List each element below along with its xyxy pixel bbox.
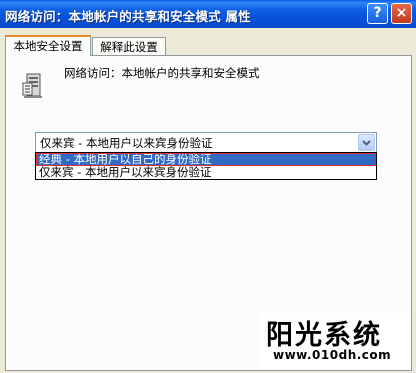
security-mode-select[interactable]: 仅来宾 - 本地用户以来宾身份验证 — [35, 132, 377, 153]
server-policy-icon — [22, 73, 42, 98]
window-title: 网络访问：本地帐户的共享和安全模式 属性 — [5, 9, 251, 24]
option-guest-only[interactable]: 仅来宾 - 本地用户以来宾身份验证 — [36, 166, 376, 179]
close-button[interactable]: × — [391, 3, 412, 24]
watermark: 阳光系统 www.010dh.com — [261, 313, 411, 369]
chevron-down-icon — [362, 140, 371, 146]
title-bar[interactable]: 网络访问：本地帐户的共享和安全模式 属性 ? × — [0, 0, 416, 28]
watermark-title: 阳光系统 — [266, 320, 382, 351]
policy-name: 网络访问：本地帐户的共享和安全模式 — [64, 66, 260, 80]
properties-dialog: 网络访问：本地帐户的共享和安全模式 属性 ? × 本地安全设置 解释此设置 网络… — [0, 0, 416, 373]
help-button[interactable]: ? — [367, 3, 388, 24]
dropdown-arrow-button[interactable] — [358, 134, 375, 151]
select-current-value: 仅来宾 - 本地用户以来宾身份验证 — [40, 136, 213, 150]
tab-local-security-setting[interactable]: 本地安全设置 — [5, 35, 91, 56]
watermark-url: www.010dh.com — [273, 348, 392, 362]
tab-explain-setting[interactable]: 解释此设置 — [92, 37, 166, 55]
dropdown-list: 经典 - 本地用户以自己的身份验证 仅来宾 - 本地用户以来宾身份验证 — [35, 152, 377, 180]
